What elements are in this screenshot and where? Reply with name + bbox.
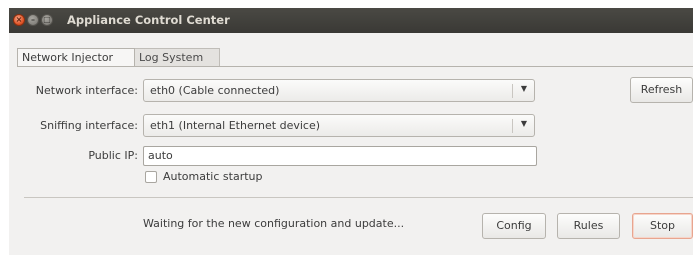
window-title: Appliance Control Center <box>67 13 230 27</box>
stop-button[interactable]: Stop <box>632 213 693 239</box>
network-interface-value: eth0 (Cable connected) <box>150 84 280 97</box>
sniffing-interface-value: eth1 (Internal Ethernet device) <box>150 119 321 132</box>
tab-log-system[interactable]: Log System <box>135 48 220 67</box>
tab-network-injector[interactable]: Network Injector <box>17 48 135 67</box>
public-ip-value: auto <box>148 149 173 162</box>
network-injector-panel: Network interface: eth0 (Cable connected… <box>17 66 693 255</box>
network-interface-label: Network interface: <box>35 84 138 97</box>
divider <box>24 197 693 198</box>
sniffing-interface-label: Sniffing interface: <box>40 119 138 132</box>
minimize-button[interactable]: – <box>27 14 39 26</box>
rules-button[interactable]: Rules <box>557 213 620 239</box>
automatic-startup-checkbox[interactable] <box>145 171 157 183</box>
app-window: × – □ Appliance Control Center Network I… <box>9 8 693 255</box>
maximize-button[interactable]: □ <box>41 14 53 26</box>
minimize-icon: – <box>31 15 35 24</box>
combo-separator <box>512 119 513 133</box>
sniffing-interface-select[interactable]: eth1 (Internal Ethernet device) ▼ <box>143 114 535 137</box>
refresh-button[interactable]: Refresh <box>630 77 693 103</box>
public-ip-label: Public IP: <box>88 149 138 162</box>
close-icon: × <box>15 15 23 24</box>
public-ip-input[interactable]: auto <box>143 146 537 166</box>
close-button[interactable]: × <box>13 14 25 26</box>
maximize-icon: □ <box>43 15 51 24</box>
title-bar: × – □ Appliance Control Center <box>9 8 693 33</box>
automatic-startup-label: Automatic startup <box>163 170 263 183</box>
chevron-down-icon: ▼ <box>520 119 527 128</box>
config-button[interactable]: Config <box>482 213 546 239</box>
status-message: Waiting for the new configuration and up… <box>143 217 405 230</box>
combo-separator <box>512 84 513 98</box>
chevron-down-icon: ▼ <box>520 84 527 93</box>
network-interface-select[interactable]: eth0 (Cable connected) ▼ <box>143 79 535 102</box>
